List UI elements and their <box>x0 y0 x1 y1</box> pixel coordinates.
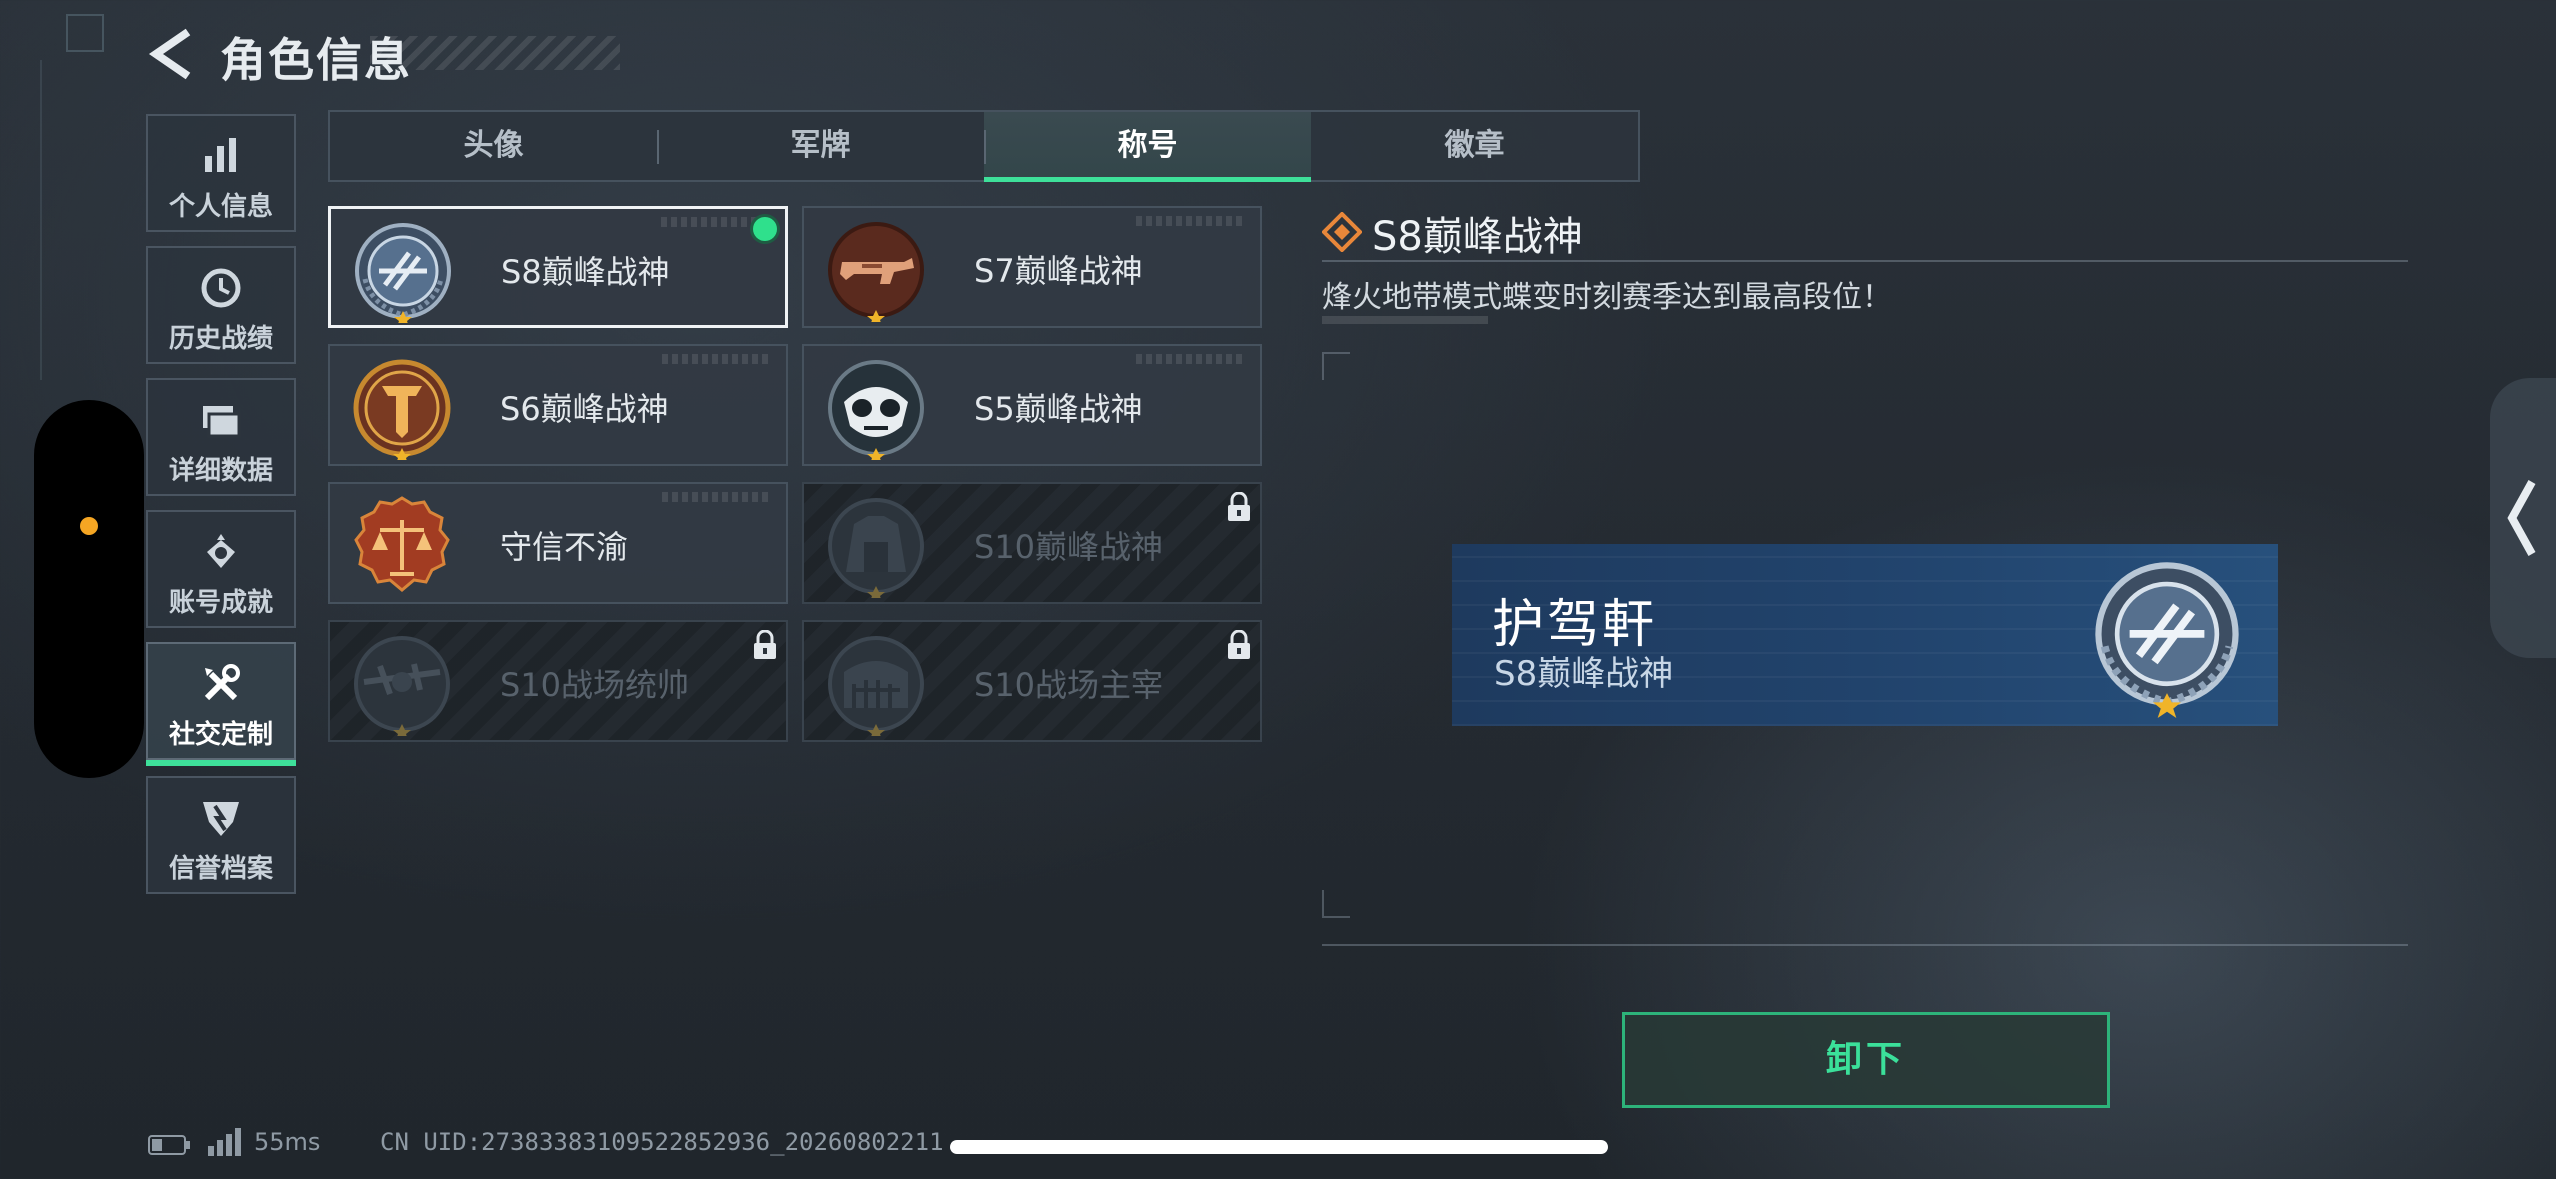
diamond-icon <box>1321 211 1363 253</box>
scales-badge-icon <box>350 494 454 598</box>
lock-icon <box>752 629 778 660</box>
ping-value: 55ms <box>254 1128 321 1156</box>
title-card-label: S10巅峰战神 <box>974 528 1164 566</box>
corner-decoration <box>66 14 104 52</box>
nameplate-preview: 护驾軒 S8巅峰战神 <box>1452 544 2278 726</box>
title-card[interactable]: S10战场统帅 <box>328 620 788 742</box>
lock-icon <box>1226 629 1252 660</box>
tab-dog-tag[interactable]: 军牌 <box>657 112 984 180</box>
unequip-button[interactable]: 卸下 <box>1622 1012 2110 1108</box>
battery-icon <box>148 1134 192 1156</box>
frame-line <box>40 60 42 380</box>
tab-avatar[interactable]: 头像 <box>330 112 657 180</box>
clock-icon <box>199 266 243 310</box>
title-card[interactable]: S10战场主宰 <box>802 620 1262 742</box>
title-card[interactable]: S8巅峰战神 <box>328 206 788 328</box>
s8-badge-icon <box>351 219 455 327</box>
title-card-label: S8巅峰战神 <box>501 253 670 291</box>
s8-badge-icon <box>2086 556 2248 718</box>
detail-decoration <box>1322 316 1488 324</box>
sidebar-item-label: 账号成就 <box>168 588 273 618</box>
title-card[interactable]: S7巅峰战神 <box>802 206 1262 328</box>
frame-corner <box>1322 890 1350 918</box>
equipped-indicator <box>753 217 777 241</box>
s10-ruler-badge-icon <box>824 632 928 740</box>
s10-badge-icon <box>824 494 928 602</box>
card-decoration <box>662 492 772 502</box>
tab-bar: 头像 军牌 称号 徽章 <box>328 110 1640 182</box>
indicator-dot <box>80 517 98 535</box>
sidebar-item-profile[interactable]: 个人信息 <box>146 114 296 232</box>
s7-badge-icon <box>824 218 928 326</box>
title-card-label: S10战场主宰 <box>974 666 1164 704</box>
shield-icon <box>199 796 243 840</box>
divider <box>1322 260 2408 262</box>
sidebar-item-credit[interactable]: 信誉档案 <box>146 776 296 894</box>
title-card[interactable]: S10巅峰战神 <box>802 482 1262 604</box>
back-arrow-icon[interactable] <box>148 26 194 82</box>
card-decoration <box>1136 354 1246 364</box>
signal-icon <box>206 1128 242 1158</box>
sidebar-item-label: 历史战绩 <box>168 324 273 354</box>
sidebar-item-achievements[interactable]: 账号成就 <box>146 510 296 628</box>
sidebar-item-details[interactable]: 详细数据 <box>146 378 296 496</box>
detail-description: 烽火地带模式蝶变时刻赛季达到最高段位！ <box>1322 280 1892 315</box>
sidebar-item-social-custom[interactable]: 社交定制 <box>146 642 296 766</box>
card-decoration <box>1136 216 1246 226</box>
s10-commander-badge-icon <box>350 632 454 740</box>
sidebar-item-label: 个人信息 <box>168 192 273 222</box>
tools-icon <box>199 662 243 706</box>
s5-badge-icon <box>824 356 928 464</box>
right-panel-handle[interactable] <box>2490 378 2556 658</box>
lock-icon <box>1226 491 1252 522</box>
title-card-label: S10战场统帅 <box>500 666 690 704</box>
tab-emblem[interactable]: 徽章 <box>1311 112 1638 180</box>
divider <box>1322 944 2408 946</box>
sidebar-item-label: 社交定制 <box>168 720 273 750</box>
medal-icon <box>199 530 243 574</box>
title-card[interactable]: 守信不渝 <box>328 482 788 604</box>
title-card[interactable]: S6巅峰战神 <box>328 344 788 466</box>
bar-chart-icon <box>199 134 243 178</box>
title-decoration <box>370 36 620 70</box>
sidebar-item-label: 信誉档案 <box>168 854 273 884</box>
title-card-label: S6巅峰战神 <box>500 390 669 428</box>
title-card-label: S5巅峰战神 <box>974 390 1143 428</box>
folder-icon <box>199 398 243 442</box>
title-card-label: 守信不渝 <box>500 528 629 566</box>
tab-title[interactable]: 称号 <box>984 112 1311 182</box>
home-indicator[interactable] <box>950 1140 1608 1154</box>
floating-handle[interactable] <box>34 400 144 778</box>
s6-badge-icon <box>350 356 454 464</box>
sidebar-item-label: 详细数据 <box>168 456 273 486</box>
user-uid: CN UID:27383383109522852936_20260802211 <box>380 1128 944 1156</box>
card-decoration <box>662 354 772 364</box>
frame-corner <box>1322 352 1350 380</box>
sidebar-item-history[interactable]: 历史战绩 <box>146 246 296 364</box>
equipped-title: S8巅峰战神 <box>1494 654 1674 694</box>
title-card-label: S7巅峰战神 <box>974 252 1143 290</box>
detail-title: S8巅峰战神 <box>1372 214 1583 260</box>
title-card[interactable]: S5巅峰战神 <box>802 344 1262 466</box>
